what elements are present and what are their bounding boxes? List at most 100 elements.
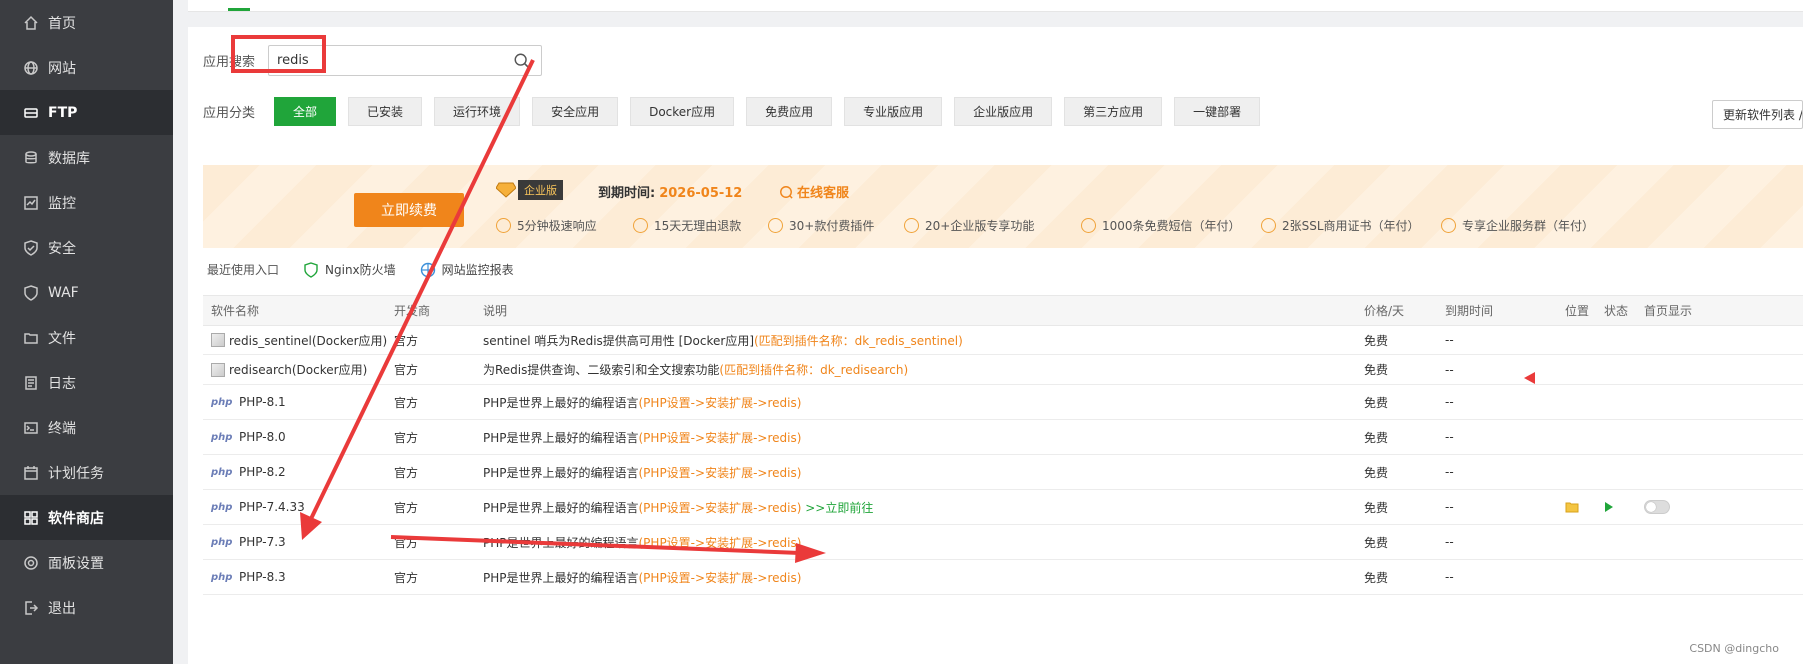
recent-label: 最近使用入口 <box>207 263 280 277</box>
row-note: (PHP设置->安装扩展->redis) <box>638 570 802 585</box>
sidebar-item-6[interactable]: WAF <box>0 270 173 315</box>
sidebar-item-11[interactable]: 软件商店 <box>0 495 173 540</box>
sidebar-item-12[interactable]: 面板设置 <box>0 540 173 585</box>
sidebar-item-5[interactable]: 安全 <box>0 225 173 270</box>
row-note: (PHP设置->安装扩展->redis) <box>638 500 802 515</box>
feature-item-1: 15天无理由退款 <box>633 217 741 234</box>
row-status <box>1604 501 1644 513</box>
feature-label: 20+企业版专享功能 <box>925 219 1035 233</box>
row-note: (匹配到插件名称：dk_redisearch) <box>719 363 909 377</box>
category-button-3[interactable]: 安全应用 <box>532 97 619 126</box>
recent-site-monitor-report[interactable]: 网站监控报表 <box>420 261 514 278</box>
row-expire: -- <box>1445 570 1454 584</box>
broken-image-icon <box>211 333 225 347</box>
sidebar-item-label: 首页 <box>48 15 76 32</box>
sidebar-item-0[interactable]: 首页 <box>0 0 173 45</box>
home-display-toggle[interactable] <box>1644 500 1670 514</box>
table-row[interactable]: php PHP-8.2 官方 PHP是世界上最好的编程语言(PHP设置->安装扩展->… <box>203 455 1803 490</box>
row-description-cell: PHP是世界上最好的编程语言(PHP设置->安装扩展->redis) <box>483 394 1364 411</box>
sidebar-item-1[interactable]: 网站 <box>0 45 173 90</box>
table-row[interactable]: php PHP-8.3 官方 PHP是世界上最好的编程语言(PHP设置->安装扩展->… <box>203 560 1803 595</box>
home-icon <box>21 13 41 33</box>
folder-open-icon[interactable] <box>1565 501 1579 513</box>
row-name-cell[interactable]: php PHP-7.4.33 <box>203 500 391 514</box>
feature-icon <box>768 218 783 233</box>
recent-entries: 最近使用入口 Nginx防火墙 网站监控报表 <box>207 261 514 278</box>
sidebar-item-8[interactable]: 日志 <box>0 360 173 405</box>
table-row[interactable]: php PHP-8.1 官方 PHP是世界上最好的编程语言(PHP设置->安装扩展->… <box>203 385 1803 420</box>
sidebar-item-10[interactable]: 计划任务 <box>0 450 173 495</box>
category-button-7[interactable]: 企业版应用 <box>954 97 1053 126</box>
broken-image-icon <box>211 362 225 377</box>
play-icon[interactable] <box>1604 501 1614 513</box>
sidebar-item-label: 安全 <box>48 240 76 257</box>
sidebar-item-label: 监控 <box>48 195 76 212</box>
category-button-0[interactable]: 全部 <box>274 97 337 126</box>
row-name-cell[interactable]: redis_sentinel(Docker应用) <box>203 332 391 349</box>
feature-item-4: 1000条免费短信（年付） <box>1081 217 1241 234</box>
row-name: redisearch(Docker应用) <box>229 363 368 377</box>
sidebar-item-label: 计划任务 <box>48 465 104 482</box>
feature-icon <box>1441 218 1456 233</box>
feature-label: 15天无理由退款 <box>654 219 742 233</box>
search-icon[interactable] <box>513 52 531 70</box>
row-description-cell: PHP是世界上最好的编程语言(PHP设置->安装扩展->redis) <box>483 429 1364 446</box>
row-name-cell[interactable]: php PHP-8.1 <box>203 395 391 409</box>
category-button-2[interactable]: 运行环境 <box>434 97 521 126</box>
table-row[interactable]: php PHP-7.4.33 官方 PHP是世界上最好的编程语言(PHP设置->安装扩… <box>203 490 1803 525</box>
table-row[interactable]: php PHP-7.3 官方 PHP是世界上最好的编程语言(PHP设置->安装扩展->… <box>203 525 1803 560</box>
online-support-link[interactable]: 在线客服 <box>779 182 849 201</box>
renew-button[interactable]: 立即续费 <box>354 193 464 227</box>
row-name: PHP-8.3 <box>239 570 286 584</box>
category-button-8[interactable]: 第三方应用 <box>1064 97 1163 126</box>
category-button-1[interactable]: 已安装 <box>348 97 423 126</box>
category-button-4[interactable]: Docker应用 <box>630 97 735 126</box>
sidebar-item-9[interactable]: 终端 <box>0 405 173 450</box>
row-name: PHP-7.3 <box>239 535 286 549</box>
row-name-cell[interactable]: php PHP-7.3 <box>203 535 391 549</box>
table-row[interactable]: redis_sentinel(Docker应用) 官方 sentinel 哨兵为Re… <box>203 326 1803 355</box>
sidebar-item-13[interactable]: 退出 <box>0 585 173 630</box>
category-row: 应用分类 全部 已安装 运行环境 安全应用 Docker应用 免费应用 专业版应用 企业版应用… <box>203 97 1272 126</box>
sidebar-item-label: 网站 <box>48 60 76 77</box>
row-description: PHP是世界上最好的编程语言 <box>483 465 639 480</box>
feature-label: 30+款付费插件 <box>789 219 875 233</box>
sidebar-item-7[interactable]: 文件 <box>0 315 173 360</box>
sidebar-item-label: 日志 <box>48 375 76 392</box>
row-developer: 官方 <box>394 363 419 377</box>
sidebar-item-3[interactable]: 数据库 <box>0 135 173 180</box>
row-name-cell[interactable]: redisearch(Docker应用) <box>203 361 391 378</box>
expire-label: 到期时间: <box>598 186 656 201</box>
feature-label: 专享企业服务群（年付） <box>1462 219 1595 233</box>
monitor-icon <box>21 193 41 213</box>
main-content: 应用搜索 应用分类 全部已安装运行环境安全应用Docker应用免费应用专业版应用… <box>173 0 1803 664</box>
row-description-cell: sentinel 哨兵为Redis提供高可用性 [Docker应用](匹配到插件… <box>483 332 1364 349</box>
category-button-6[interactable]: 专业版应用 <box>844 97 943 126</box>
sidebar-item-label: 退出 <box>48 600 76 617</box>
row-price: 免费 <box>1364 333 1389 348</box>
table-row[interactable]: php PHP-8.0 官方 PHP是世界上最好的编程语言(PHP设置->安装扩展->… <box>203 420 1803 455</box>
row-location <box>1565 501 1604 513</box>
feature-item-3: 20+企业版专享功能 <box>904 217 1034 234</box>
update-software-list-button[interactable]: 更新软件列表 / <box>1712 100 1803 129</box>
row-description-cell: PHP是世界上最好的编程语言(PHP设置->安装扩展->redis) <box>483 464 1364 481</box>
go-now-link[interactable]: >>立即前往 <box>805 501 873 515</box>
recent-nginx-waf[interactable]: Nginx防火墙 <box>303 261 396 278</box>
logout-icon <box>21 598 41 618</box>
expire-info: 到期时间: 2026-05-12 <box>598 182 742 201</box>
category-button-5[interactable]: 免费应用 <box>746 97 833 126</box>
row-expire: -- <box>1445 465 1454 479</box>
grid-icon <box>21 508 41 528</box>
category-button-9[interactable]: 一键部署 <box>1174 97 1261 126</box>
sidebar-item-2[interactable]: FTP <box>0 90 173 135</box>
row-name: PHP-8.1 <box>239 395 286 409</box>
sidebar-item-4[interactable]: 监控 <box>0 180 173 225</box>
row-name-cell[interactable]: php PHP-8.0 <box>203 430 391 444</box>
row-name-cell[interactable]: php PHP-8.2 <box>203 465 391 479</box>
annotation-highlight-box <box>231 35 326 73</box>
table-row[interactable]: redisearch(Docker应用) 官方 为Redis提供查询、二级索引和全文… <box>203 355 1803 385</box>
sidebar-item-label: 文件 <box>48 330 76 347</box>
row-price: 免费 <box>1364 570 1389 585</box>
expire-date: 2026-05-12 <box>659 186 743 201</box>
row-name-cell[interactable]: php PHP-8.3 <box>203 570 391 584</box>
